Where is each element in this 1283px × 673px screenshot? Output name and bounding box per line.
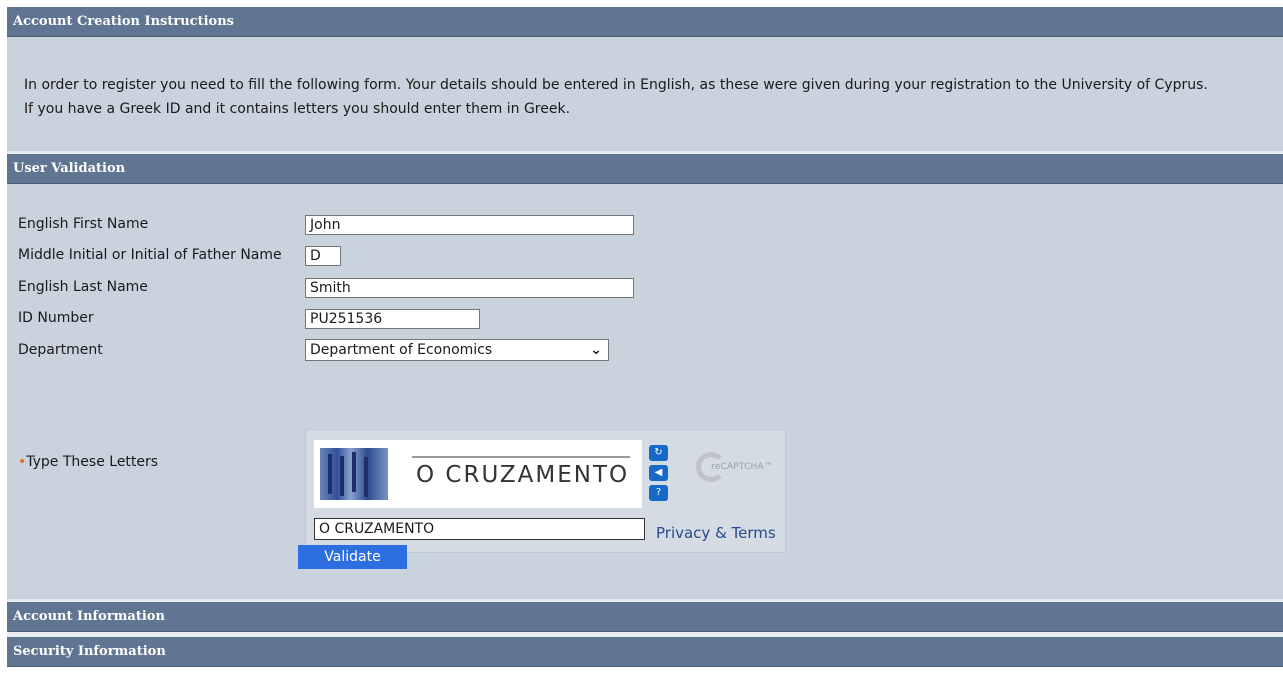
instructions-panel: In order to register you need to fill th…	[7, 37, 1283, 154]
department-label: Department	[18, 342, 103, 358]
refresh-icon[interactable]: ↻	[649, 445, 668, 461]
instructions-header: Account Creation Instructions	[7, 7, 1283, 37]
middle-initial-label: Middle Initial or Initial of Father Name	[18, 247, 282, 263]
id-number-field[interactable]: PU251536	[305, 309, 480, 329]
captcha-image: O CRUZAMENTO	[314, 440, 642, 508]
account-info-header[interactable]: Account Information	[7, 602, 1283, 632]
captcha-distorted-image	[320, 448, 388, 500]
department-select[interactable]: Department of Economics ⌄	[305, 339, 609, 361]
middle-initial-field[interactable]: D	[305, 246, 341, 266]
validate-button[interactable]: Validate	[298, 545, 407, 569]
privacy-terms-link[interactable]: Privacy & Terms	[656, 524, 776, 542]
captcha-strike-line	[412, 456, 630, 458]
captcha-input[interactable]: O CRUZAMENTO	[314, 518, 645, 540]
last-name-label: English Last Name	[18, 279, 148, 295]
last-name-field[interactable]: Smith	[305, 278, 634, 298]
security-info-header[interactable]: Security Information	[7, 637, 1283, 667]
chevron-down-icon: ⌄	[590, 342, 602, 358]
validation-panel: English First Name John Middle Initial o…	[7, 184, 1283, 602]
instructions-text: In order to register you need to fill th…	[24, 73, 1208, 121]
first-name-label: English First Name	[18, 216, 149, 232]
id-number-label: ID Number	[18, 310, 94, 326]
validation-header: User Validation	[7, 154, 1283, 184]
department-selected-value: Department of Economics	[310, 342, 493, 358]
recaptcha-brand: reCAPTCHA™	[711, 462, 774, 472]
captcha-label-text: Type These Letters	[26, 454, 159, 470]
captcha-widget: O CRUZAMENTO ↻ ◀ ? reCAPTCHA™ O CRUZAMEN…	[305, 429, 786, 553]
audio-icon[interactable]: ◀	[649, 465, 668, 481]
help-icon[interactable]: ?	[649, 485, 668, 501]
captcha-label: •Type These Letters	[18, 454, 158, 470]
first-name-field[interactable]: John	[305, 215, 634, 235]
instructions-line-2: If you have a Greek ID and it contains l…	[24, 101, 571, 117]
captcha-image-text: O CRUZAMENTO	[416, 462, 630, 488]
instructions-line-1: In order to register you need to fill th…	[24, 77, 1208, 93]
